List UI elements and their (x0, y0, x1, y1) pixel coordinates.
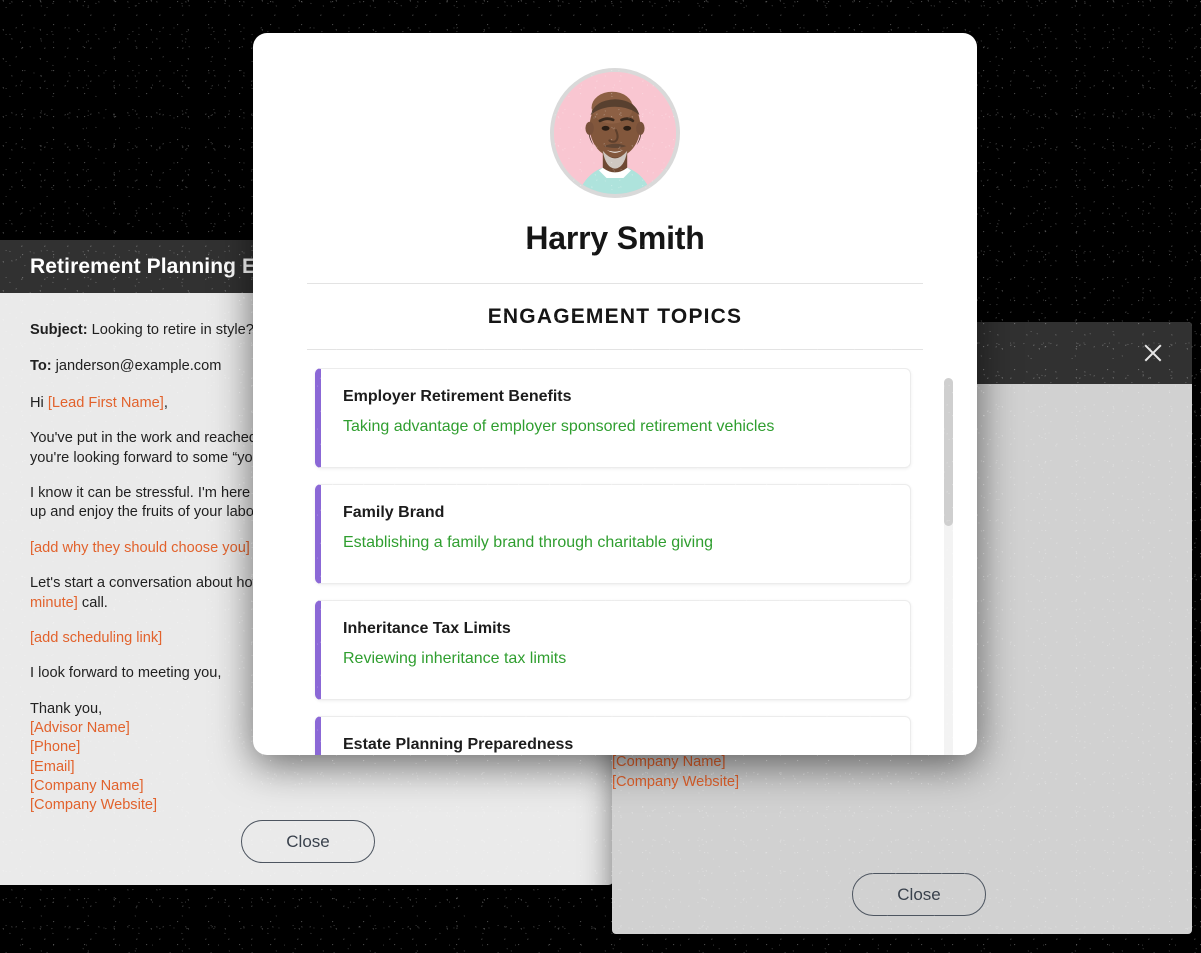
topics-scrollbar-thumb[interactable] (944, 378, 953, 526)
topic-card[interactable]: Estate Planning Preparedness (315, 716, 911, 755)
estate-signature-company-website: [Company Website] (612, 773, 740, 790)
topic-title: Employer Retirement Benefits (343, 388, 572, 405)
close-button-left[interactable]: Close (241, 820, 375, 863)
topic-card[interactable]: Inheritance Tax Limits Reviewing inherit… (315, 600, 911, 700)
engagement-topics-heading: ENGAGEMENT TOPICS (307, 283, 923, 350)
close-icon[interactable] (1138, 338, 1168, 368)
greeting-prefix: Hi (30, 394, 48, 411)
greeting-placeholder: [Lead First Name] (47, 394, 164, 411)
advisor-engagement-modal: Harry Smith ENGAGEMENT TOPICS Employer R… (253, 33, 977, 755)
topic-card[interactable]: Family Brand Establishing a family brand… (315, 484, 911, 584)
to-value: janderson@example.com (55, 358, 222, 375)
topic-description: Taking advantage of employer sponsored r… (343, 418, 775, 435)
topic-card[interactable]: Employer Retirement Benefits Taking adva… (315, 368, 911, 468)
estate-plan-footer: Close (612, 873, 1192, 916)
topics-scrollbar[interactable] (944, 378, 953, 755)
subject-label: Subject: (30, 322, 88, 338)
signature-company-website: [Company Website] (30, 797, 158, 814)
signature-company-name: [Company Name] (30, 777, 144, 794)
advisor-name: Harry Smith (525, 220, 705, 256)
screen: Retirement Planning Email Subject: Looki… (0, 0, 1201, 953)
topic-description: Reviewing inheritance tax limits (343, 650, 567, 667)
to-label: To: (30, 358, 52, 375)
topic-title: Estate Planning Preparedness (343, 736, 574, 753)
paragraph-4-suffix: call. (77, 594, 108, 611)
signoff: Thank you, (30, 700, 103, 717)
topic-title: Family Brand (343, 504, 445, 521)
avatar (550, 68, 680, 198)
topic-description: Establishing a family brand through char… (343, 534, 713, 551)
close-button-right[interactable]: Close (852, 873, 986, 916)
topic-title: Inheritance Tax Limits (343, 620, 511, 637)
greeting-suffix: , (163, 394, 168, 411)
signature-email: [Email] (30, 758, 75, 775)
retirement-email-footer: Close (30, 820, 586, 863)
estate-signature-company-name: [Company Name] (612, 754, 726, 771)
subject-value: Looking to retire in style? (91, 322, 254, 338)
engagement-topics-list[interactable]: Employer Retirement Benefits Taking adva… (253, 368, 977, 755)
